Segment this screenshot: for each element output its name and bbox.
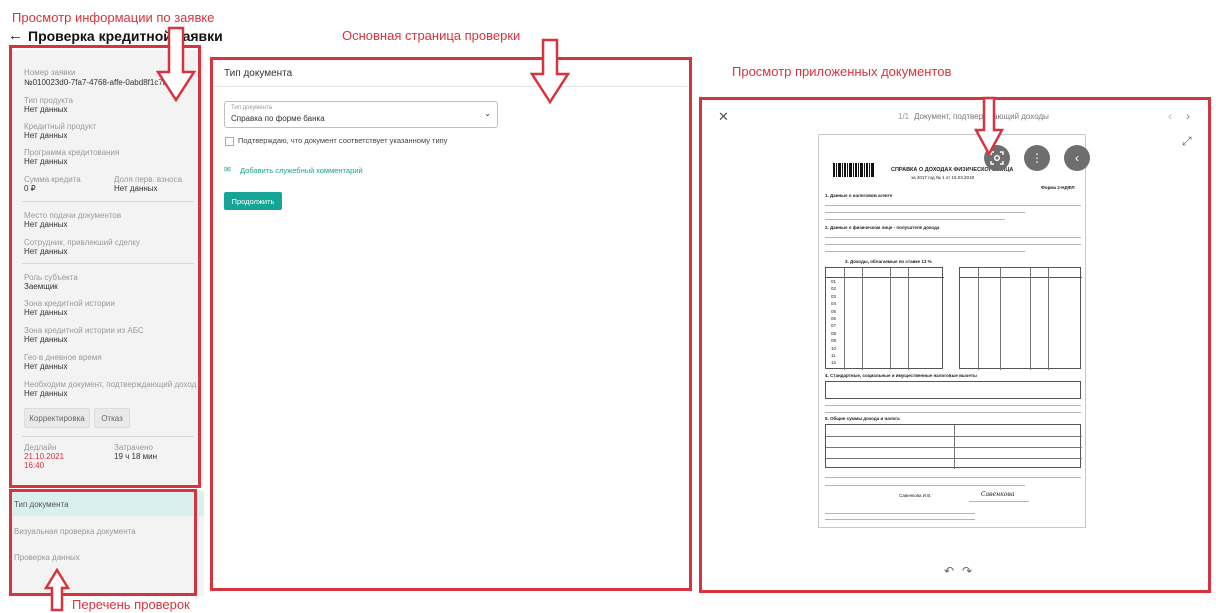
- annotation-arrow-down: [530, 38, 570, 104]
- annotation-info-view: Просмотр информации по заявке: [12, 10, 215, 25]
- arrow-left-icon[interactable]: ←: [8, 27, 23, 44]
- annotation-arrow-up: [44, 568, 70, 612]
- highlight-docs-view: [699, 97, 1211, 593]
- annotation-docs-view: Просмотр приложенных документов: [732, 64, 952, 79]
- annotation-arrow-down: [974, 96, 1004, 156]
- annotation-arrow-down: [156, 26, 196, 102]
- highlight-main-page: [210, 57, 692, 591]
- annotation-checks-list: Перечень проверок: [72, 597, 190, 612]
- highlight-checks-list: [9, 489, 197, 596]
- annotation-main-page: Основная страница проверки: [342, 28, 521, 43]
- highlight-info-panel: [9, 45, 201, 488]
